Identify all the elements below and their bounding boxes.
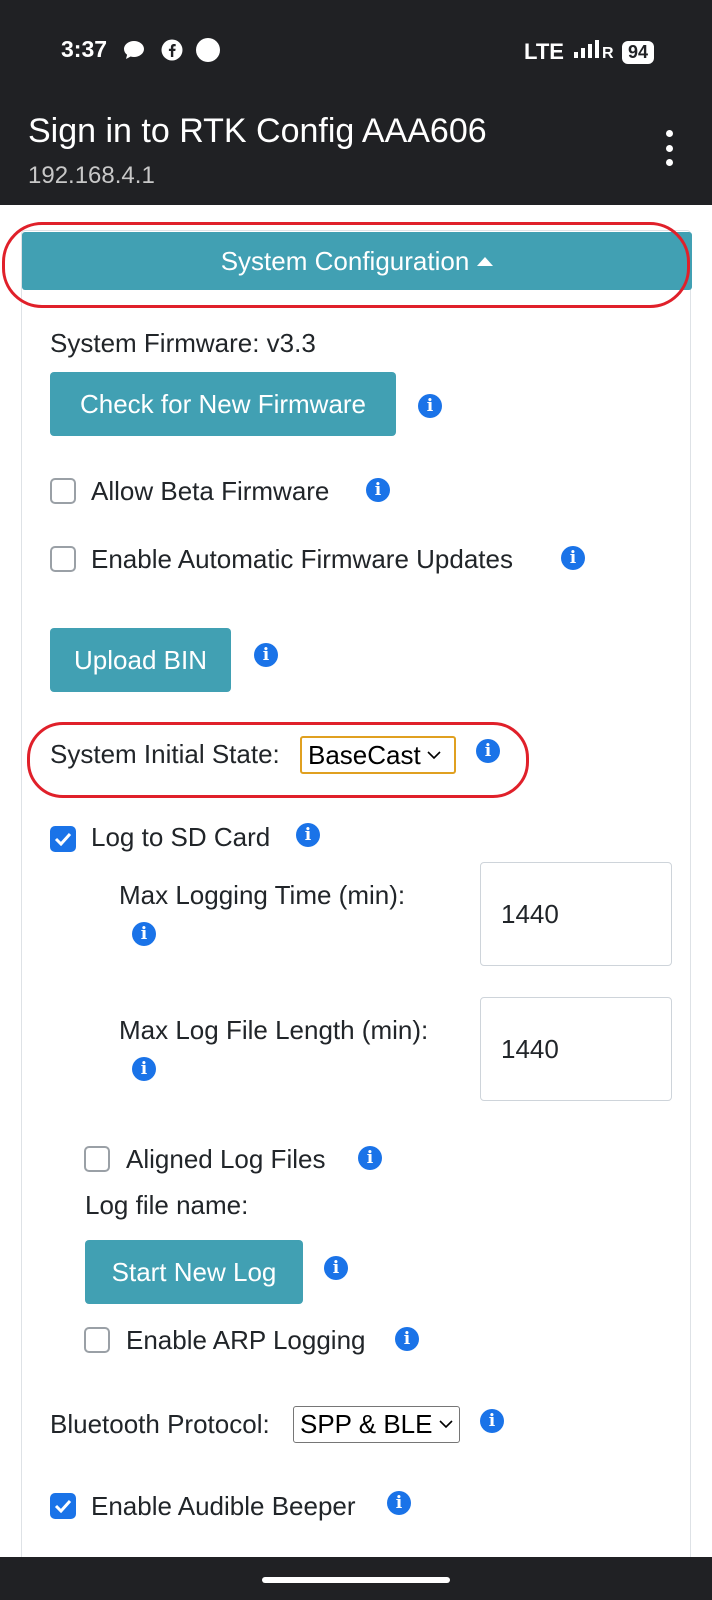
auto-update-checkbox[interactable] [50,546,76,572]
firmware-version: System Firmware: v3.3 [50,328,316,358]
highlight-outline [2,222,690,308]
aligned-log-label: Aligned Log Files [126,1144,326,1174]
info-icon[interactable]: i [254,643,278,667]
info-icon[interactable]: i [358,1146,382,1170]
auto-update-label: Enable Automatic Firmware Updates [91,544,513,574]
max-file-label: Max Log File Length (min): [119,1015,429,1045]
status-right: LTE R 94 [524,38,654,66]
battery-level: 94 [621,40,654,64]
info-icon[interactable]: i [296,823,320,847]
log-file-name-label: Log file name: [85,1190,249,1220]
facebook-icon [160,38,184,62]
aligned-log-checkbox[interactable] [84,1146,110,1172]
info-icon[interactable]: i [132,1057,156,1081]
info-icon[interactable]: i [480,1409,504,1433]
max-time-input[interactable]: 1440 [480,862,672,966]
allow-beta-label: Allow Beta Firmware [91,476,330,506]
page-url: 192.168.4.1 [28,162,155,189]
max-time-label: Max Logging Time (min): [119,880,406,910]
info-icon[interactable]: i [132,922,156,946]
arp-logging-label: Enable ARP Logging [126,1325,366,1355]
info-icon[interactable]: i [418,394,442,418]
info-icon[interactable]: i [561,546,585,570]
beeper-label: Enable Audible Beeper [91,1491,356,1521]
info-icon[interactable]: i [324,1256,348,1280]
svg-text:R: R [602,45,614,60]
upload-bin-button[interactable]: Upload BIN [50,628,231,692]
network-type: LTE [524,39,564,64]
log-sd-label: Log to SD Card [91,822,271,852]
max-file-value: 1440 [501,1033,559,1064]
home-handle[interactable] [262,1577,450,1583]
signal-icon: R [572,38,614,66]
highlight-outline [27,722,529,798]
page-title: Sign in to RTK Config AAA606 [28,112,487,150]
bluetooth-value: SPP & BLE [300,1409,433,1439]
info-icon[interactable]: i [366,478,390,502]
info-icon[interactable]: i [395,1327,419,1351]
bluetooth-label: Bluetooth Protocol: [50,1409,270,1439]
chat-bubble-icon [122,38,146,62]
checkmark-icon [54,832,72,846]
more-vert-icon[interactable] [662,130,676,166]
arp-logging-checkbox[interactable] [84,1327,110,1353]
bluetooth-select[interactable]: SPP & BLE [293,1406,460,1443]
start-new-log-button[interactable]: Start New Log [85,1240,303,1304]
max-file-input[interactable]: 1440 [480,997,672,1101]
checkmark-icon [54,1499,72,1513]
top-bar: 3:37 LTE R 94 Sign in to RTK Config AAA6… [0,0,712,205]
circle-notification-icon [196,38,220,62]
info-icon[interactable]: i [387,1491,411,1515]
log-sd-checkbox[interactable] [50,826,76,852]
chevron-down-icon [438,1420,453,1429]
allow-beta-checkbox[interactable] [50,478,76,504]
check-firmware-button[interactable]: Check for New Firmware [50,372,396,436]
max-time-value: 1440 [501,898,559,929]
status-time: 3:37 [61,36,108,62]
beeper-checkbox[interactable] [50,1493,76,1519]
